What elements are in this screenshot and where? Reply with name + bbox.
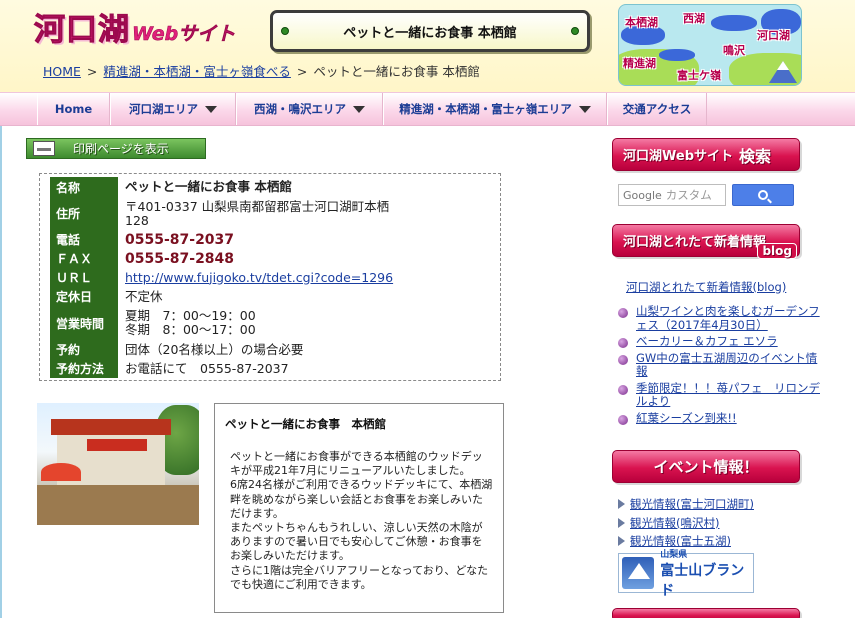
arrow-right-icon [618,536,625,547]
banner-dot-left [281,27,289,35]
site-header: 河口湖 Webサイト ペットと一緒にお食事 本栖館 HOME > 精進湖・本栖湖・富… [0,0,855,92]
news-link[interactable]: ベーカリー＆カフェ エソラ [636,334,778,349]
page-title: ペットと一緒にお食事 本栖館 [343,25,517,41]
arrow-right-icon [618,517,625,528]
bullet-icon [618,384,628,395]
description-text: ペットと一緒にお食事ができる本栖館のウッドデッキが平成21年7月にリニューアルい… [230,450,493,591]
breadcrumb: HOME > 精進湖・本栖湖・富士ヶ嶺食べる > ペットと一緒にお食事 本栖館 [43,64,480,79]
nav-item-kawaguchiko-area[interactable]: 河口湖エリア [110,93,236,125]
bullet-icon [618,354,628,365]
info-row-url: ＵＲＬ http://www.fujigoko.tv/tdet.cgi?code… [50,268,500,287]
left-border-line [0,126,2,618]
bullet-icon [618,414,628,425]
page-title-banner: ペットと一緒にお食事 本栖館 [270,10,590,52]
breadcrumb-section-link[interactable]: 精進湖・本栖湖・富士ヶ嶺食べる [103,64,291,79]
fuji-snowcap-icon [777,61,789,70]
list-item: 紅葉シーズン到来!! [618,411,823,426]
event-link[interactable]: 観光情報(富士河口湖町) [630,496,754,512]
search-input[interactable]: Google カスタム [618,184,726,206]
info-row-reservation-method: 予約方法 お電話にて 0555-87-2037 [50,359,500,378]
bullet-icon [618,308,628,318]
event-banner: イベント情報！ [612,450,800,483]
next-banner-partial [612,608,800,618]
search-brand-text: Google [623,188,662,202]
news-link[interactable]: 紅葉シーズン到来!! [636,411,737,426]
list-item: 季節限定！！！苺パフェ リロンデルより [618,381,823,409]
nav-item-access[interactable]: 交通アクセス [607,93,707,125]
printer-icon [33,141,55,156]
info-row-address: 住所 〒401-0337 山梨県南都留郡富士河口湖町本栖128 [50,197,500,230]
info-row-closed: 定休日 不定休 [50,287,500,306]
print-page-button[interactable]: 印刷ページを表示 [26,138,206,159]
map-label: 河口湖 [757,29,790,42]
description-title: ペットと一緒にお食事 本栖館 [225,417,386,431]
breadcrumb-home-link[interactable]: HOME [43,64,81,79]
fuji-brand-banner[interactable]: 山梨県 富士山ブランド [618,550,754,599]
site-search-banner: 河口湖Webサイト 検索 [612,138,800,171]
site-search: Google カスタム [618,184,802,208]
fuji-brand-logo-icon [622,557,655,589]
list-item: 山梨ワインと肉を楽しむガーデンフェス（2017年4月30日） [618,304,823,332]
list-item: 観光情報(富士河口湖町) [618,495,754,514]
banner-dot-right [571,27,579,35]
news-link[interactable]: 山梨ワインと肉を楽しむガーデンフェス（2017年4月30日） [636,304,823,332]
map-label: 精進湖 [623,57,656,70]
list-item: ベーカリー＆カフェ エソラ [618,334,823,349]
area-map[interactable]: 本栖湖 西湖 河口湖 鳴沢 精進湖 富士ケ嶺 [618,4,802,86]
map-lake-shoji [659,49,695,61]
nav-item-home[interactable]: Home [37,93,110,125]
main-nav: Home 河口湖エリア 西湖・鳴沢エリア 精進湖・本栖湖・富士ヶ嶺エリア 交通ア… [0,92,855,126]
info-row-reservation: 予約 団体（20名様以上）の場合必要 [50,340,500,359]
shop-info-table: 名称 ペットと一緒にお食事 本栖館 住所 〒401-0337 山梨県南都留郡富士… [39,173,501,381]
info-row-hours: 営業時間 夏期 7：00～19：00 冬期 8：00～17：00 [50,306,500,340]
chevron-down-icon [353,105,365,113]
site-logo[interactable]: 河口湖 Webサイト [34,8,236,50]
info-row-fax: ＦＡＸ 0555-87-2848 [50,249,500,268]
bullet-icon [618,338,628,348]
shop-description: ペットと一緒にお食事 本栖館 ペットと一緒にお食事ができる本栖館のウッドデッキが… [214,403,504,613]
logo-sub-text: Webサイト [132,23,236,46]
search-icon [758,190,768,200]
news-list: 山梨ワインと肉を楽しむガーデンフェス（2017年4月30日） ベーカリー＆カフェ… [618,304,823,428]
map-label: 西湖 [683,12,705,25]
list-item: 観光情報(鳴沢村) [618,514,754,533]
nav-item-saiko-narusawa-area[interactable]: 西湖・鳴沢エリア [236,93,383,125]
logo-main-text: 河口湖 [34,12,130,49]
news-link[interactable]: GW中の富士五湖周辺のイベント情報 [636,351,823,379]
chevron-down-icon [205,105,217,113]
news-link[interactable]: 季節限定！！！苺パフェ リロンデルより [636,381,823,409]
info-row-phone: 電話 0555-87-2037 [50,230,500,249]
search-button[interactable] [732,184,794,206]
arrow-right-icon [618,499,625,510]
shop-photo [37,403,199,525]
blog-badge: blog [757,243,797,259]
breadcrumb-current: ペットと一緒にお食事 本栖館 [313,64,480,79]
list-item: GW中の富士五湖周辺のイベント情報 [618,351,823,379]
nav-item-shojiko-motosuko-area[interactable]: 精進湖・本栖湖・富士ヶ嶺エリア [383,93,607,125]
shop-url-link[interactable]: http://www.fujigoko.tv/tdet.cgi?code=129… [125,270,393,285]
map-label: 本栖湖 [625,16,658,29]
news-banner[interactable]: 河口湖とれたて新着情報 blog [612,224,800,259]
blog-link[interactable]: 河口湖とれたて新着情報(blog) [626,279,786,295]
event-list: 観光情報(富士河口湖町) 観光情報(鳴沢村) 観光情報(富士五湖) [618,495,754,551]
info-row-name: 名称 ペットと一緒にお食事 本栖館 [50,177,500,197]
event-link[interactable]: 観光情報(鳴沢村) [630,515,719,531]
map-lake-sai [711,15,757,31]
map-label: 富士ケ嶺 [677,69,721,82]
chevron-down-icon [578,105,591,113]
map-label: 鳴沢 [723,44,745,57]
